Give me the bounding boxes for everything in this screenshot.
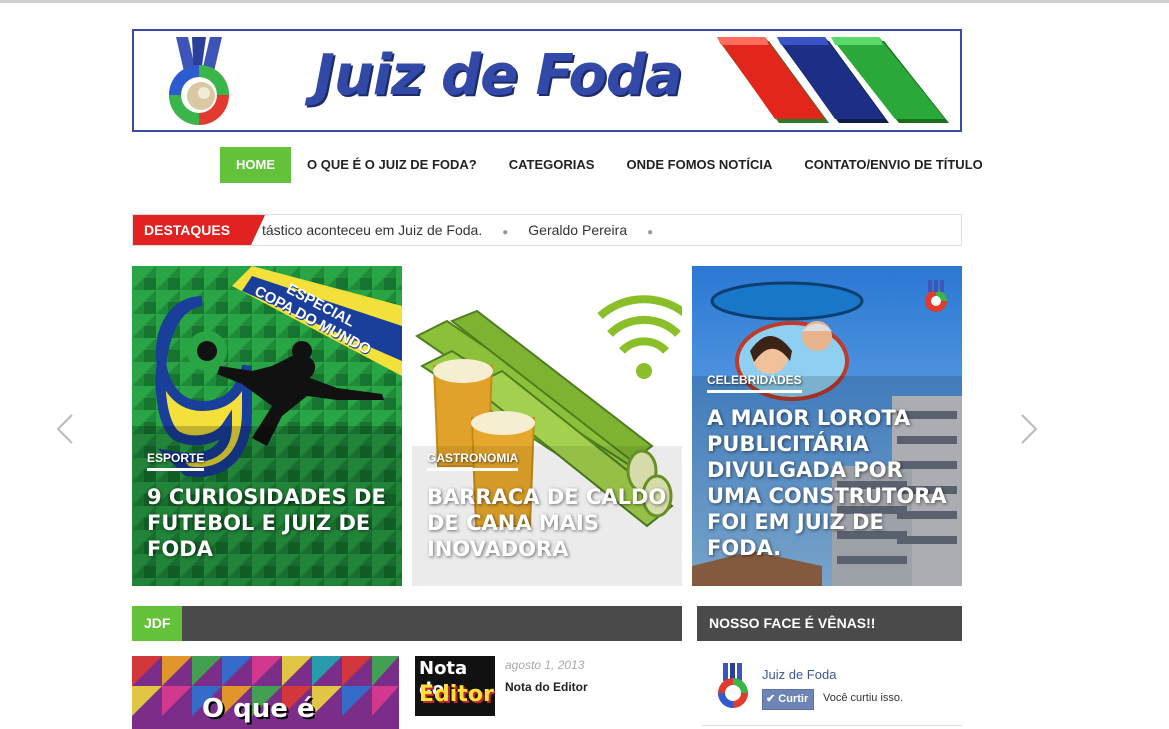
site-title: Juiz de Foda <box>314 43 683 108</box>
ticker-items: tástico aconteceu em Juiz de Foda. ● Geral… <box>262 215 673 245</box>
slide-title[interactable]: BARRACA DE CALDO DE CANA MAIS INOVADORA <box>427 484 672 562</box>
slide-celebridades[interactable]: CELEBRIDADES A MAIOR LOROTA PUBLICITÁRIA… <box>692 266 962 586</box>
highlights-ticker: DESTAQUES tástico aconteceu em Juiz de F… <box>132 214 962 246</box>
section-header-jdf: JDF <box>132 606 682 641</box>
featured-post-thumbnail[interactable]: O que é <box>132 656 399 729</box>
post-title[interactable]: Nota do Editor <box>505 680 588 694</box>
thumbnail-text-line2: Editor <box>419 682 494 707</box>
divider <box>702 725 962 726</box>
medal-logo-icon <box>169 37 229 125</box>
nav-item-home[interactable]: HOME <box>220 147 291 183</box>
slide-category[interactable]: ESPORTE <box>147 451 205 471</box>
ticker-label: DESTAQUES <box>133 215 265 245</box>
thumbnail-overlay-text: O que é <box>202 694 315 724</box>
nav-item-categories[interactable]: CATEGORIAS <box>493 147 611 183</box>
slide-title[interactable]: A MAIOR LOROTA PUBLICITÁRIA DIVULGADA PO… <box>707 405 952 561</box>
ticker-separator-icon: ● <box>502 227 509 238</box>
checkmark-icon: ✔ <box>766 693 776 705</box>
facebook-like-button[interactable]: ✔ Curtir <box>762 689 815 710</box>
section-title[interactable]: JDF <box>132 606 183 641</box>
chevron-right-icon[interactable] <box>1020 413 1038 445</box>
ticker-item[interactable]: Geraldo Pereira <box>528 222 627 238</box>
ticker-item[interactable]: tástico aconteceu em Juiz de Foda. <box>262 222 482 238</box>
slide-gastronomia[interactable]: GASTRONOMIA BARRACA DE CALDO DE CANA MAI… <box>412 266 682 586</box>
facebook-like-box: Juiz de Foda ✔ Curtir Você curtiu isso. <box>697 641 962 729</box>
nav-item-about[interactable]: O QUE É O JUIZ DE FODA? <box>291 147 493 183</box>
slide-title[interactable]: 9 CURIOSIDADES DE FUTEBOL E JUIZ DE FODA <box>147 484 392 562</box>
top-border <box>0 0 1169 3</box>
chevron-left-icon[interactable] <box>56 413 74 445</box>
ticker-separator-icon: ● <box>647 227 654 238</box>
section-header-facebook: NOSSO FACE É VÊNAS!! <box>697 606 962 641</box>
section-title: NOSSO FACE É VÊNAS!! <box>709 615 876 631</box>
liked-status-text: Você curtiu isso. <box>823 692 904 704</box>
site-banner[interactable]: Juiz de Foda <box>132 29 962 132</box>
page-avatar-icon[interactable] <box>715 663 751 709</box>
slide-category[interactable]: CELEBRIDADES <box>707 373 802 393</box>
slide-category[interactable]: GASTRONOMIA <box>427 451 519 471</box>
slide-esporte[interactable]: ESPECIAL COPA DO MUNDO ESPORTE 9 CURIOSI… <box>132 266 402 586</box>
main-nav: HOME O QUE É O JUIZ DE FODA? CATEGORIAS … <box>220 147 999 183</box>
nav-item-contact[interactable]: CONTATO/ENVIO DE TÍTULO <box>788 147 998 183</box>
flags-graphic-icon <box>717 37 949 123</box>
like-button-label: Curtir <box>778 693 809 705</box>
post-date: agosto 1, 2013 <box>505 658 585 672</box>
facebook-page-name[interactable]: Juiz de Foda <box>762 667 836 682</box>
post-thumbnail[interactable]: Nota do Editor <box>415 656 495 716</box>
nav-item-press[interactable]: ONDE FOMOS NOTÍCIA <box>610 147 788 183</box>
